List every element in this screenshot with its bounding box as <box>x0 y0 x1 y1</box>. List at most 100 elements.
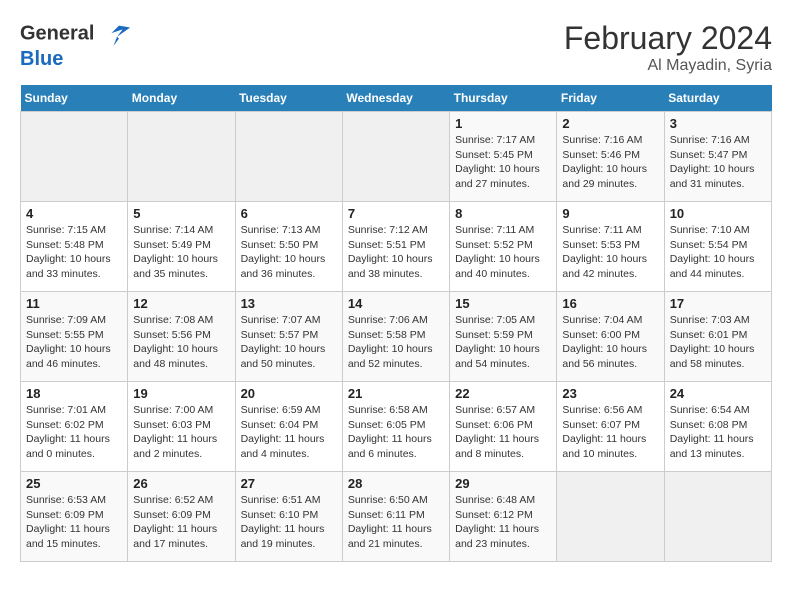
calendar-cell: 29Sunrise: 6:48 AM Sunset: 6:12 PM Dayli… <box>450 472 557 562</box>
day-number: 7 <box>348 206 444 221</box>
logo-bird-icon <box>104 20 132 48</box>
day-number: 18 <box>26 386 122 401</box>
day-number: 1 <box>455 116 551 131</box>
day-number: 2 <box>562 116 658 131</box>
calendar-week-1: 1 Sunrise: 7:17 AM Sunset: 5:45 PM Daylig… <box>21 112 772 202</box>
calendar-cell: 2 Sunrise: 7:16 AM Sunset: 5:46 PM Daylig… <box>557 112 664 202</box>
day-info: Sunrise: 7:06 AM Sunset: 5:58 PM Dayligh… <box>348 313 444 372</box>
calendar-cell <box>342 112 449 202</box>
weekday-header-thursday: Thursday <box>450 85 557 112</box>
day-info: Sunrise: 7:08 AM Sunset: 5:56 PM Dayligh… <box>133 313 229 372</box>
calendar-cell: 12 Sunrise: 7:08 AM Sunset: 5:56 PM Dayli… <box>128 292 235 382</box>
day-number: 19 <box>133 386 229 401</box>
day-number: 13 <box>241 296 337 311</box>
weekday-header-wednesday: Wednesday <box>342 85 449 112</box>
calendar-week-3: 11 Sunrise: 7:09 AM Sunset: 5:55 PM Dayli… <box>21 292 772 382</box>
day-info: Sunrise: 7:16 AM Sunset: 5:46 PM Dayligh… <box>562 133 658 192</box>
calendar-cell: 10Sunrise: 7:10 AM Sunset: 5:54 PM Dayli… <box>664 202 771 292</box>
weekday-header-row: SundayMondayTuesdayWednesdayThursdayFrid… <box>21 85 772 112</box>
calendar-cell: 1 Sunrise: 7:17 AM Sunset: 5:45 PM Daylig… <box>450 112 557 202</box>
day-info: Sunrise: 7:01 AM Sunset: 6:02 PM Dayligh… <box>26 403 122 462</box>
day-number: 12 <box>133 296 229 311</box>
calendar-cell: 14Sunrise: 7:06 AM Sunset: 5:58 PM Dayli… <box>342 292 449 382</box>
day-info: Sunrise: 7:11 AM Sunset: 5:52 PM Dayligh… <box>455 223 551 282</box>
calendar-cell <box>557 472 664 562</box>
calendar-cell: 27 Sunrise: 6:51 AM Sunset: 6:10 PM Dayli… <box>235 472 342 562</box>
day-info: Sunrise: 6:59 AM Sunset: 6:04 PM Dayligh… <box>241 403 337 462</box>
calendar-cell: 3Sunrise: 7:16 AM Sunset: 5:47 PM Daylig… <box>664 112 771 202</box>
day-info: Sunrise: 7:07 AM Sunset: 5:57 PM Dayligh… <box>241 313 337 372</box>
day-number: 25 <box>26 476 122 491</box>
calendar-cell: 9 Sunrise: 7:11 AM Sunset: 5:53 PM Daylig… <box>557 202 664 292</box>
calendar-cell: 28Sunrise: 6:50 AM Sunset: 6:11 PM Dayli… <box>342 472 449 562</box>
day-info: Sunrise: 7:00 AM Sunset: 6:03 PM Dayligh… <box>133 403 229 462</box>
day-info: Sunrise: 6:57 AM Sunset: 6:06 PM Dayligh… <box>455 403 551 462</box>
logo: General Blue <box>20 20 134 70</box>
day-info: Sunrise: 6:52 AM Sunset: 6:09 PM Dayligh… <box>133 493 229 552</box>
calendar-cell: 7 Sunrise: 7:12 AM Sunset: 5:51 PM Daylig… <box>342 202 449 292</box>
location-subtitle: Al Mayadin, Syria <box>564 57 772 75</box>
calendar-table: SundayMondayTuesdayWednesdayThursdayFrid… <box>20 85 772 562</box>
calendar-cell <box>235 112 342 202</box>
day-number: 23 <box>562 386 658 401</box>
day-info: Sunrise: 7:17 AM Sunset: 5:45 PM Dayligh… <box>455 133 551 192</box>
day-info: Sunrise: 7:04 AM Sunset: 6:00 PM Dayligh… <box>562 313 658 372</box>
day-number: 29 <box>455 476 551 491</box>
day-number: 26 <box>133 476 229 491</box>
calendar-cell <box>21 112 128 202</box>
calendar-cell: 15 Sunrise: 7:05 AM Sunset: 5:59 PM Dayli… <box>450 292 557 382</box>
day-number: 17 <box>670 296 766 311</box>
day-info: Sunrise: 7:12 AM Sunset: 5:51 PM Dayligh… <box>348 223 444 282</box>
day-info: Sunrise: 7:09 AM Sunset: 5:55 PM Dayligh… <box>26 313 122 372</box>
day-number: 24 <box>670 386 766 401</box>
day-number: 3 <box>670 116 766 131</box>
day-info: Sunrise: 7:14 AM Sunset: 5:49 PM Dayligh… <box>133 223 229 282</box>
title-block: February 2024 Al Mayadin, Syria <box>564 20 772 75</box>
calendar-week-2: 4 Sunrise: 7:15 AM Sunset: 5:48 PM Daylig… <box>21 202 772 292</box>
calendar-cell: 24 Sunrise: 6:54 AM Sunset: 6:08 PM Dayli… <box>664 382 771 472</box>
calendar-cell: 5 Sunrise: 7:14 AM Sunset: 5:49 PM Daylig… <box>128 202 235 292</box>
day-info: Sunrise: 6:56 AM Sunset: 6:07 PM Dayligh… <box>562 403 658 462</box>
day-number: 22 <box>455 386 551 401</box>
calendar-cell: 21 Sunrise: 6:58 AM Sunset: 6:05 PM Dayli… <box>342 382 449 472</box>
calendar-cell: 17 Sunrise: 7:03 AM Sunset: 6:01 PM Dayli… <box>664 292 771 382</box>
day-number: 4 <box>26 206 122 221</box>
calendar-week-5: 25 Sunrise: 6:53 AM Sunset: 6:09 PM Dayli… <box>21 472 772 562</box>
day-number: 9 <box>562 206 658 221</box>
weekday-header-sunday: Sunday <box>21 85 128 112</box>
day-number: 6 <box>241 206 337 221</box>
weekday-header-monday: Monday <box>128 85 235 112</box>
page-header: General Blue February 2024 Al Mayadin, S… <box>20 20 772 75</box>
day-number: 21 <box>348 386 444 401</box>
calendar-cell <box>664 472 771 562</box>
weekday-header-friday: Friday <box>557 85 664 112</box>
day-info: Sunrise: 6:58 AM Sunset: 6:05 PM Dayligh… <box>348 403 444 462</box>
calendar-cell: 8Sunrise: 7:11 AM Sunset: 5:52 PM Daylig… <box>450 202 557 292</box>
calendar-cell: 6 Sunrise: 7:13 AM Sunset: 5:50 PM Daylig… <box>235 202 342 292</box>
day-number: 11 <box>26 296 122 311</box>
day-info: Sunrise: 7:15 AM Sunset: 5:48 PM Dayligh… <box>26 223 122 282</box>
day-info: Sunrise: 7:13 AM Sunset: 5:50 PM Dayligh… <box>241 223 337 282</box>
weekday-header-tuesday: Tuesday <box>235 85 342 112</box>
day-info: Sunrise: 7:03 AM Sunset: 6:01 PM Dayligh… <box>670 313 766 372</box>
day-number: 5 <box>133 206 229 221</box>
day-number: 16 <box>562 296 658 311</box>
day-number: 15 <box>455 296 551 311</box>
calendar-cell: 16 Sunrise: 7:04 AM Sunset: 6:00 PM Dayli… <box>557 292 664 382</box>
day-info: Sunrise: 7:11 AM Sunset: 5:53 PM Dayligh… <box>562 223 658 282</box>
day-number: 28 <box>348 476 444 491</box>
calendar-cell: 4 Sunrise: 7:15 AM Sunset: 5:48 PM Daylig… <box>21 202 128 292</box>
calendar-cell: 26 Sunrise: 6:52 AM Sunset: 6:09 PM Dayli… <box>128 472 235 562</box>
calendar-cell: 13 Sunrise: 7:07 AM Sunset: 5:57 PM Dayli… <box>235 292 342 382</box>
calendar-cell: 23 Sunrise: 6:56 AM Sunset: 6:07 PM Dayli… <box>557 382 664 472</box>
calendar-cell: 11 Sunrise: 7:09 AM Sunset: 5:55 PM Dayli… <box>21 292 128 382</box>
calendar-cell: 18 Sunrise: 7:01 AM Sunset: 6:02 PM Dayli… <box>21 382 128 472</box>
calendar-week-4: 18 Sunrise: 7:01 AM Sunset: 6:02 PM Dayli… <box>21 382 772 472</box>
day-info: Sunrise: 6:53 AM Sunset: 6:09 PM Dayligh… <box>26 493 122 552</box>
day-number: 27 <box>241 476 337 491</box>
day-info: Sunrise: 6:54 AM Sunset: 6:08 PM Dayligh… <box>670 403 766 462</box>
day-info: Sunrise: 7:05 AM Sunset: 5:59 PM Dayligh… <box>455 313 551 372</box>
day-info: Sunrise: 6:51 AM Sunset: 6:10 PM Dayligh… <box>241 493 337 552</box>
day-number: 10 <box>670 206 766 221</box>
calendar-cell: 20Sunrise: 6:59 AM Sunset: 6:04 PM Dayli… <box>235 382 342 472</box>
